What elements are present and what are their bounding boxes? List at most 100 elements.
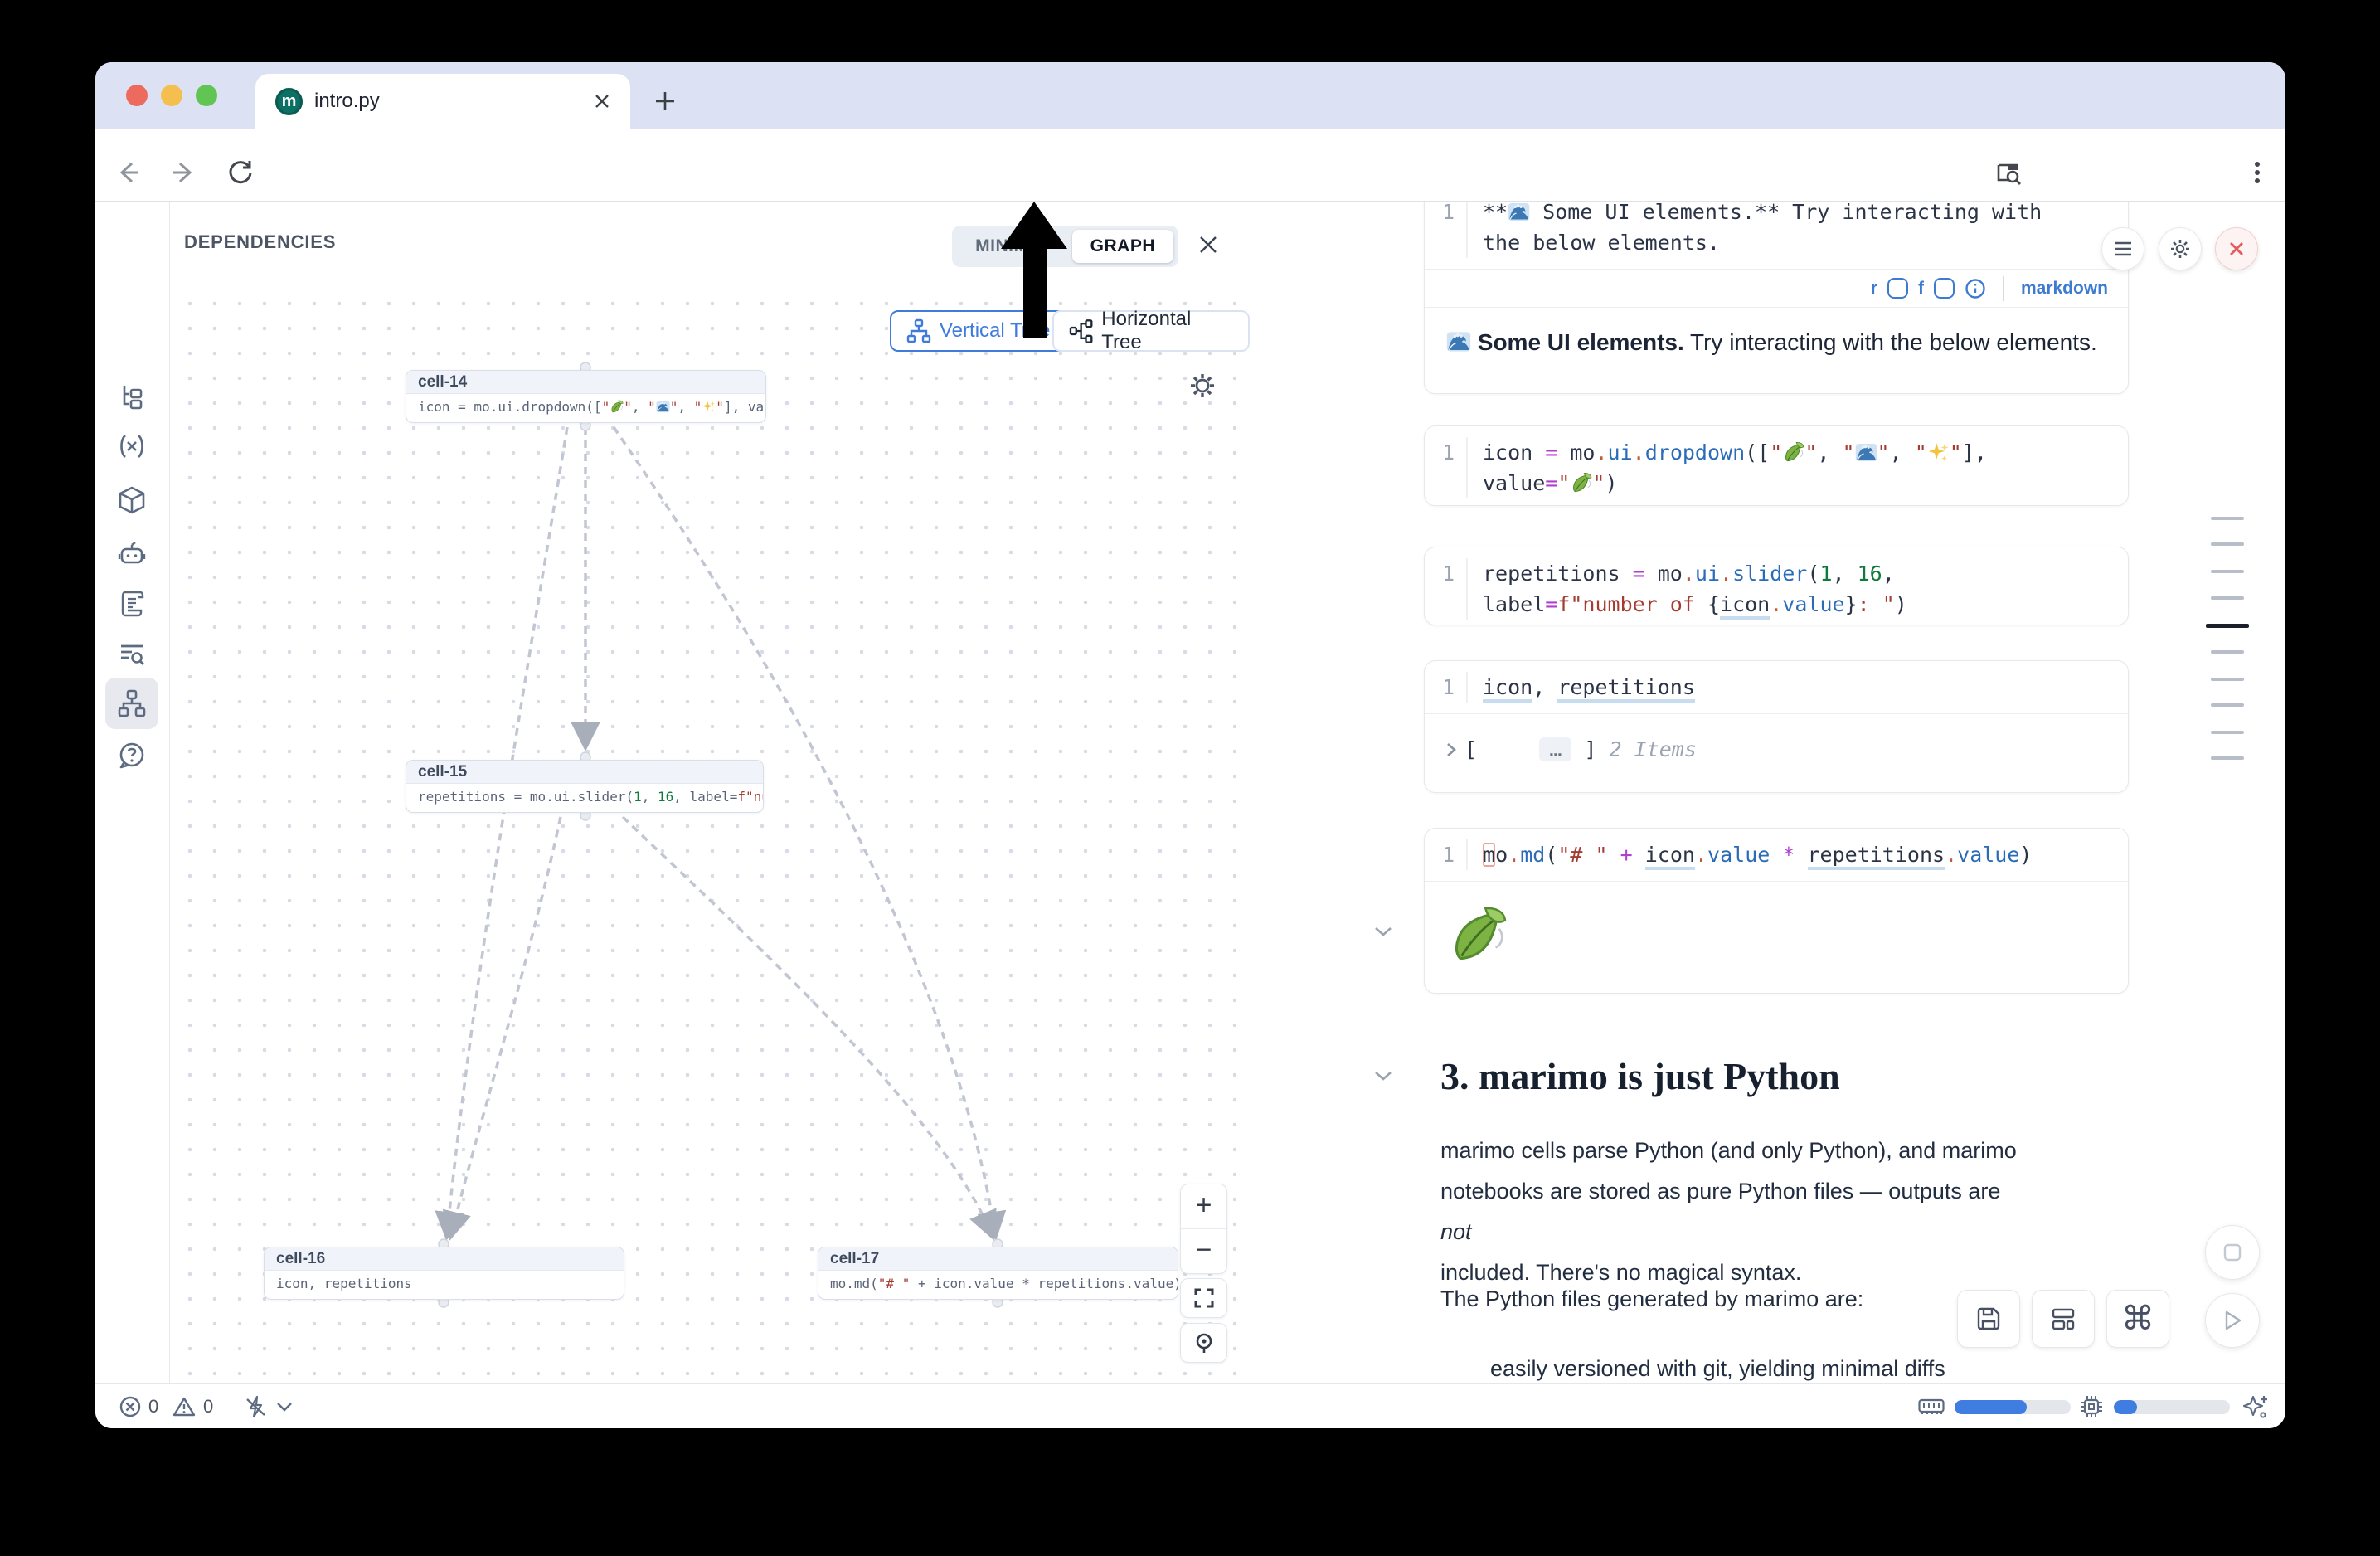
node-code: repetitions = mo.ui.slider(1, 16, label=… bbox=[406, 784, 763, 812]
r-checkbox[interactable] bbox=[1887, 278, 1908, 299]
graph-node-cell-17[interactable]: cell-17 mo.md("# " + icon.value * repeti… bbox=[818, 1247, 1178, 1300]
cell-code[interactable]: mo.md("# " + icon.value * repetitions.va… bbox=[1483, 839, 2032, 870]
sidebar-item-variables[interactable] bbox=[105, 421, 158, 472]
locate-button[interactable] bbox=[1180, 1323, 1227, 1363]
minimize-window-button[interactable] bbox=[161, 85, 182, 106]
horizontal-tree-button[interactable]: Horizontal Tree bbox=[1052, 310, 1250, 352]
fullscreen-button[interactable] bbox=[1180, 1278, 1227, 1318]
format-toggle[interactable]: f bbox=[1918, 279, 1924, 299]
status-bar: 0 0 bbox=[95, 1383, 2285, 1428]
minimap-dash[interactable] bbox=[2211, 596, 2244, 600]
memory-meter[interactable] bbox=[1918, 1384, 2071, 1428]
markdown-cell[interactable]: 1 ** Some UI elements.** Try interacting… bbox=[1424, 202, 2129, 394]
error-count[interactable]: 0 bbox=[119, 1384, 158, 1428]
save-button[interactable] bbox=[1957, 1290, 2020, 1348]
sidebar-item-file-explorer[interactable] bbox=[105, 371, 158, 422]
marimo-favicon: m bbox=[275, 88, 303, 115]
code-cell-momd[interactable]: 1 mo.md("# " + icon.value * repetitions.… bbox=[1424, 828, 2129, 994]
minimap-dash[interactable] bbox=[2211, 731, 2244, 734]
close-window-button[interactable] bbox=[126, 85, 148, 106]
ai-assist-button[interactable] bbox=[2242, 1384, 2270, 1428]
graph-node-cell-14[interactable]: cell-14 icon = mo.ui.dropdown(["", "", "… bbox=[406, 370, 766, 423]
reload-icon[interactable] bbox=[226, 158, 255, 187]
layout-button[interactable] bbox=[2032, 1290, 2095, 1348]
minimap-dash[interactable] bbox=[2211, 703, 2244, 707]
robot-icon bbox=[117, 539, 147, 569]
rename-toggle[interactable]: r bbox=[1871, 279, 1877, 299]
sidebar-item-dependencies[interactable] bbox=[105, 678, 158, 729]
dependency-graph-canvas[interactable]: Vertical Tree Horizontal Tree cell-14 ic… bbox=[171, 284, 1250, 1383]
panel-title: DEPENDENCIES bbox=[184, 231, 336, 253]
runtime-mode-control[interactable] bbox=[243, 1384, 293, 1428]
browser-tab[interactable]: m intro.py bbox=[255, 74, 630, 129]
notebook-settings-button[interactable] bbox=[2159, 227, 2202, 270]
zoom-out-button[interactable]: − bbox=[1181, 1229, 1226, 1273]
shortcuts-button[interactable]: ⌘ bbox=[2106, 1290, 2169, 1348]
graph-node-cell-15[interactable]: cell-15 repetitions = mo.ui.slider(1, 16… bbox=[406, 760, 764, 813]
f-checkbox[interactable] bbox=[1934, 278, 1955, 299]
minimap-dash[interactable] bbox=[2211, 678, 2244, 681]
code-cell-dropdown[interactable]: 1 icon = mo.ui.dropdown(["", "", ""],val… bbox=[1424, 425, 2129, 506]
minimap-dash[interactable] bbox=[2211, 570, 2244, 573]
graph-node-cell-16[interactable]: cell-16 icon, repetitions bbox=[264, 1247, 624, 1300]
line-number: 1 bbox=[1425, 672, 1468, 703]
run-button[interactable] bbox=[2205, 1293, 2260, 1348]
node-code: mo.md("# " + icon.value * repetitions.va… bbox=[818, 1271, 1178, 1299]
language-badge[interactable]: markdown bbox=[2021, 279, 2108, 299]
info-icon[interactable] bbox=[1965, 278, 1986, 299]
cell-menu-button[interactable] bbox=[2101, 227, 2144, 270]
cell-code[interactable]: repetitions = mo.ui.slider(1, 16,label=f… bbox=[1483, 558, 1907, 620]
sidebar-item-help[interactable] bbox=[105, 730, 158, 781]
cell-code[interactable]: icon = mo.ui.dropdown(["", "", ""],value… bbox=[1483, 437, 1987, 498]
close-red-icon bbox=[2227, 240, 2246, 258]
minimap-dash[interactable] bbox=[2206, 624, 2249, 628]
panel-close-button[interactable] bbox=[1193, 230, 1223, 260]
stop-button[interactable] bbox=[2205, 1225, 2260, 1280]
cpu-meter[interactable] bbox=[2079, 1384, 2230, 1428]
expand-chevron-icon[interactable] bbox=[1443, 740, 1460, 760]
sidebar-item-logs[interactable] bbox=[105, 578, 158, 630]
zoom-controls: + − bbox=[1180, 1184, 1227, 1274]
error-icon bbox=[119, 1395, 142, 1418]
warning-count-value: 0 bbox=[203, 1396, 213, 1417]
graph-settings-icon[interactable] bbox=[1184, 367, 1221, 404]
section-paragraph: marimo cells parse Python (and only Pyth… bbox=[1440, 1131, 2038, 1293]
error-count-value: 0 bbox=[148, 1396, 158, 1417]
stop-icon bbox=[2222, 1242, 2243, 1263]
node-code: icon = mo.ui.dropdown(["", "", ""], valu… bbox=[406, 394, 765, 422]
graph-tab[interactable]: GRAPH bbox=[1072, 230, 1173, 263]
cell-code[interactable]: ** Some UI elements.** Try interacting w… bbox=[1483, 202, 2042, 258]
graph-edges bbox=[171, 284, 1250, 1383]
collapse-chevron-icon[interactable] bbox=[1372, 925, 1394, 938]
browser-window: m intro.py localhost:2718 bbox=[95, 62, 2285, 1428]
zoom-window-button[interactable] bbox=[196, 85, 217, 106]
warning-icon bbox=[172, 1395, 197, 1418]
section-chevron-icon[interactable] bbox=[1372, 1069, 1394, 1082]
sidebar-item-ai-chat[interactable] bbox=[105, 528, 158, 580]
code-cell-slider[interactable]: 1 repetitions = mo.ui.slider(1, 16,label… bbox=[1424, 547, 2129, 625]
new-tab-button[interactable] bbox=[649, 85, 681, 117]
tab-search-icon[interactable] bbox=[1994, 158, 2024, 188]
tuple-output[interactable]: [ … ] 2 Items bbox=[1425, 714, 2128, 765]
minimap-dash[interactable] bbox=[2211, 650, 2244, 654]
sidebar-item-snippets[interactable] bbox=[105, 628, 158, 679]
gear-icon bbox=[2169, 238, 2191, 260]
zoom-in-button[interactable]: + bbox=[1181, 1184, 1226, 1228]
forward-icon[interactable] bbox=[170, 158, 198, 187]
shutdown-button[interactable] bbox=[2215, 227, 2258, 270]
sidebar-item-packages[interactable] bbox=[105, 474, 158, 526]
locate-icon bbox=[1192, 1331, 1216, 1354]
minimap-dash[interactable] bbox=[2211, 542, 2244, 546]
back-icon[interactable] bbox=[114, 158, 142, 187]
tab-close-icon[interactable] bbox=[592, 91, 612, 111]
code-cell-tuple[interactable]: 1 icon, repetitions [ … ] 2 Items bbox=[1424, 660, 2129, 793]
minimap-dash[interactable] bbox=[2211, 756, 2244, 760]
variables-icon bbox=[117, 431, 147, 461]
warning-count[interactable]: 0 bbox=[172, 1384, 213, 1428]
cell-toolbar: r f markdown bbox=[1425, 270, 2128, 307]
cell-code[interactable]: icon, repetitions bbox=[1483, 672, 1695, 703]
list-search-icon bbox=[117, 639, 147, 669]
minimap-dash[interactable] bbox=[2211, 517, 2244, 520]
markdown-output: Some UI elements. Try interacting with t… bbox=[1425, 308, 2128, 377]
browser-menu-icon[interactable] bbox=[2243, 158, 2271, 187]
